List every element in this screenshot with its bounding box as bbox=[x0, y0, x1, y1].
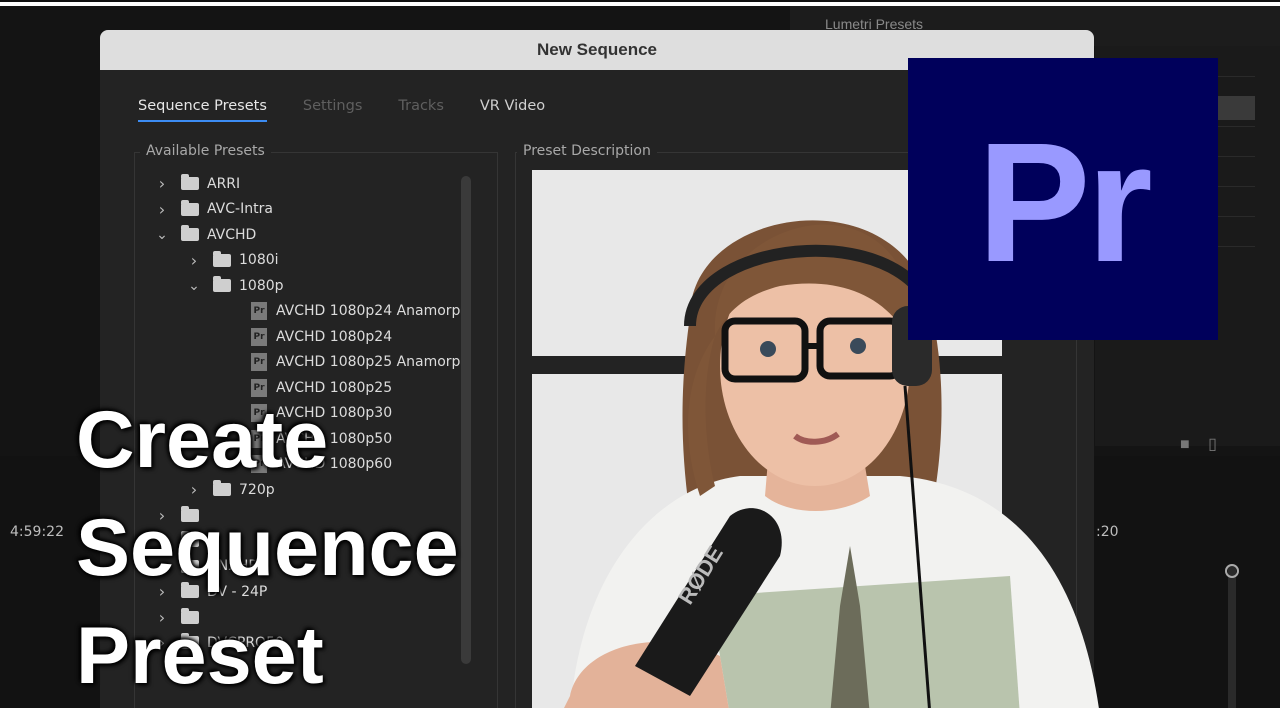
dialog-tabs: Sequence Presets Settings Tracks VR Vide… bbox=[138, 98, 545, 122]
tree-item-label: 1080p bbox=[239, 277, 284, 294]
chevron-down-icon[interactable]: ⌄ bbox=[187, 278, 201, 294]
timecode-left: 4:59:22 bbox=[10, 524, 64, 540]
presets-scrollbar[interactable] bbox=[461, 176, 471, 664]
tree-item-label: AVCHD 1080p25 Anamorph bbox=[276, 354, 470, 370]
chevron-down-icon[interactable]: ⌄ bbox=[155, 227, 169, 243]
preset-description-label: Preset Description bbox=[517, 143, 657, 159]
preset-file-icon: Pr bbox=[251, 327, 267, 346]
title-line-1: Create bbox=[76, 395, 329, 485]
zoom-knob[interactable] bbox=[1225, 564, 1239, 578]
title-line-2: Sequence bbox=[76, 503, 459, 593]
tree-item-label: AVCHD 1080p24 Anamorph bbox=[276, 303, 470, 319]
preset-folder[interactable]: ⌄ 1080p bbox=[155, 273, 492, 298]
chevron-right-icon[interactable]: › bbox=[155, 174, 169, 193]
premiere-pro-logo: Pr bbox=[908, 58, 1218, 340]
preset-file-icon: Pr bbox=[251, 302, 267, 320]
tree-item-label: AVCHD bbox=[207, 226, 257, 243]
tab-vr-video[interactable]: VR Video bbox=[480, 98, 545, 122]
screenshot-frame: Lumetri Presets ■ ▯ 4:59:22 :20 New Sequ… bbox=[0, 6, 1280, 708]
tree-item-label: ARRI bbox=[207, 175, 241, 192]
new-bin-icon[interactable]: ■ bbox=[1180, 436, 1190, 453]
tab-sequence-presets[interactable]: Sequence Presets bbox=[138, 98, 267, 122]
preset-file-icon: Pr bbox=[251, 353, 267, 371]
dialog-title: New Sequence bbox=[537, 40, 657, 59]
folder-icon bbox=[181, 174, 199, 190]
logo-text: Pr bbox=[977, 108, 1153, 298]
tree-item-label: AVC-Intra bbox=[207, 201, 273, 217]
tab-tracks[interactable]: Tracks bbox=[398, 98, 444, 122]
folder-icon bbox=[213, 250, 231, 267]
folder-icon bbox=[213, 276, 231, 292]
preset-folder[interactable]: ⌄ AVCHD bbox=[155, 222, 460, 247]
vertical-zoom-track[interactable] bbox=[1228, 566, 1236, 708]
preset-folder[interactable]: › AVC-Intra bbox=[155, 197, 460, 222]
video-title-overlay: Create Sequence Preset bbox=[76, 386, 459, 708]
tab-settings[interactable]: Settings bbox=[303, 98, 362, 122]
title-line-3: Preset bbox=[76, 611, 324, 701]
chevron-right-icon[interactable]: › bbox=[155, 200, 169, 219]
folder-icon bbox=[181, 199, 199, 216]
preset-folder[interactable]: › ARRI bbox=[155, 171, 460, 196]
tree-item-label: AVCHD 1080p24 bbox=[276, 328, 393, 345]
chevron-right-icon[interactable]: › bbox=[187, 251, 201, 270]
top-rule bbox=[0, 0, 1280, 2]
available-presets-label: Available Presets bbox=[140, 143, 271, 159]
trash-icon[interactable]: ▯ bbox=[1208, 436, 1217, 453]
panel-icons: ■ ▯ bbox=[1180, 434, 1217, 454]
tree-item-label: 1080i bbox=[239, 252, 279, 268]
folder-icon bbox=[181, 225, 199, 241]
preset-folder[interactable]: › 1080i bbox=[155, 248, 492, 273]
